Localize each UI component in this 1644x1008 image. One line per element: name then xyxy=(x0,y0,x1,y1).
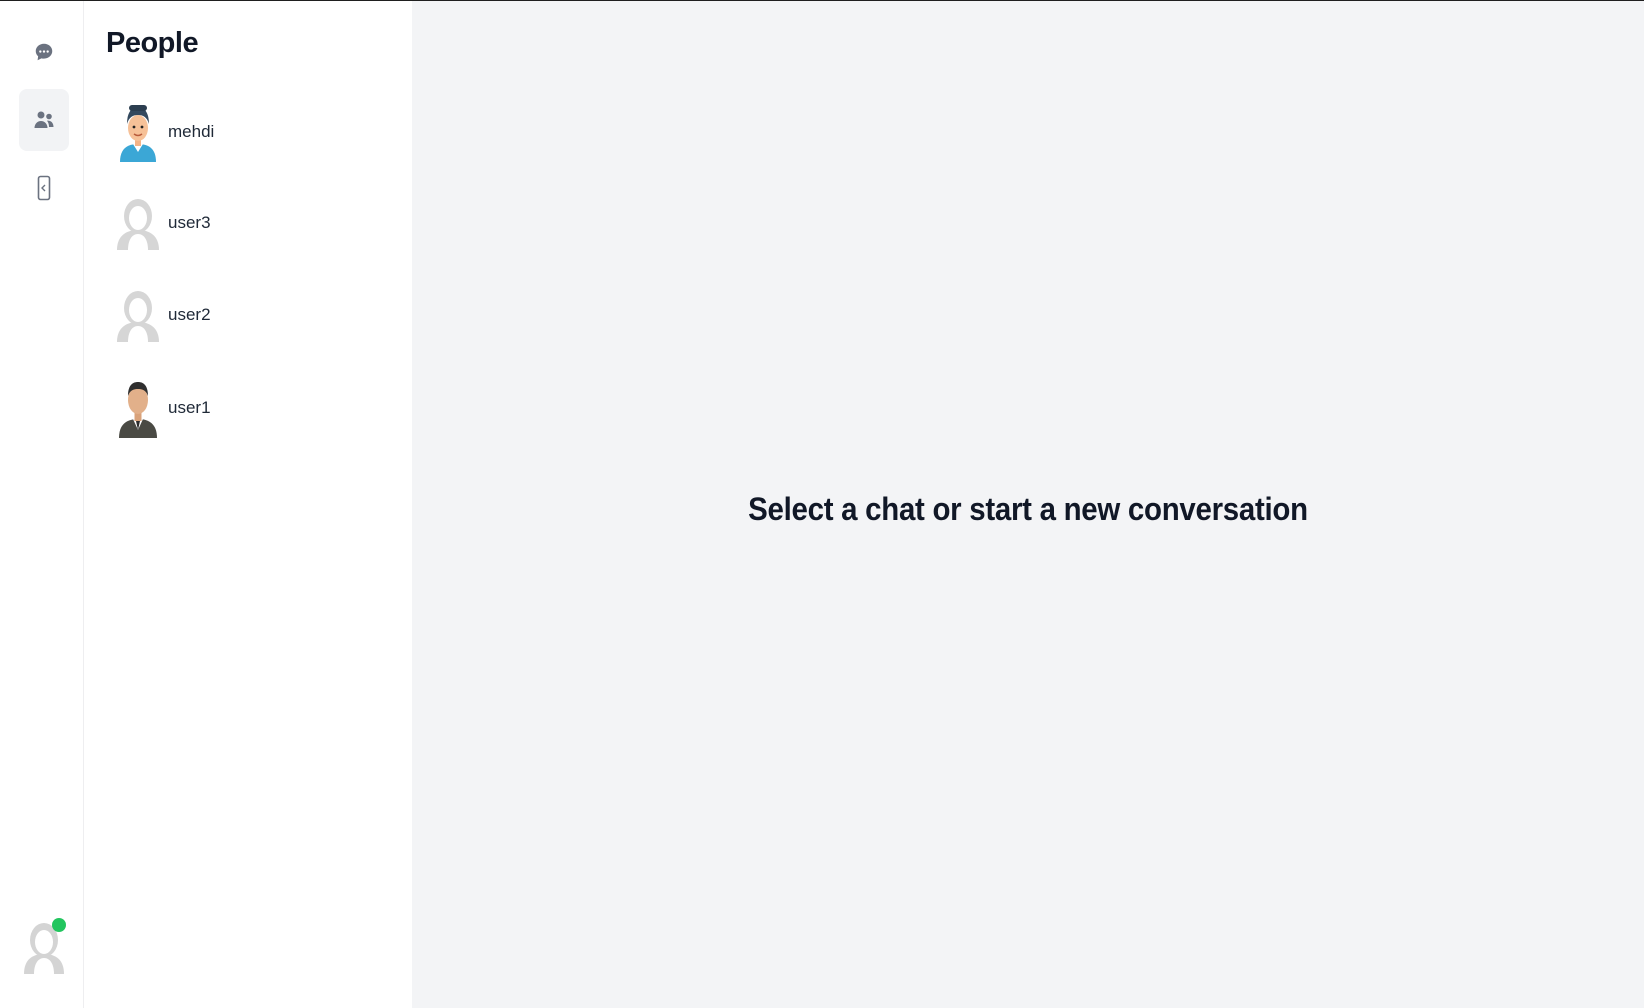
default-avatar-icon xyxy=(114,284,162,346)
person-name: user3 xyxy=(168,213,211,232)
person-name: user1 xyxy=(168,398,211,417)
default-avatar-icon xyxy=(114,192,162,254)
online-status-dot xyxy=(52,918,66,932)
app-window: People mehdi user3 user2 user1 Select a … xyxy=(0,0,1644,1008)
chat-main-area: Select a chat or start a new conversatio… xyxy=(412,1,1644,1008)
person-item-user1[interactable]: user1 xyxy=(114,376,394,440)
current-user-avatar[interactable] xyxy=(20,918,68,974)
person-name: user2 xyxy=(168,305,211,324)
person-name: mehdi xyxy=(168,122,215,141)
rail-item-logout[interactable] xyxy=(19,157,69,219)
man-suit-avatar-icon xyxy=(114,377,162,439)
cartoon-man-avatar-icon xyxy=(114,101,162,163)
people-icon xyxy=(32,108,56,132)
people-title: People xyxy=(106,27,199,59)
rail-item-people[interactable] xyxy=(19,89,69,151)
person-item-user2[interactable]: user2 xyxy=(114,283,394,347)
person-item-mehdi[interactable]: mehdi xyxy=(114,100,394,164)
person-item-user3[interactable]: user3 xyxy=(114,191,394,255)
nav-rail xyxy=(0,1,84,1008)
logout-icon xyxy=(33,175,55,201)
empty-state-message: Select a chat or start a new conversatio… xyxy=(748,491,1308,527)
chat-bubble-icon xyxy=(33,41,55,63)
people-panel: People mehdi user3 user2 user1 xyxy=(84,1,412,1008)
rail-item-chats[interactable] xyxy=(19,21,69,83)
